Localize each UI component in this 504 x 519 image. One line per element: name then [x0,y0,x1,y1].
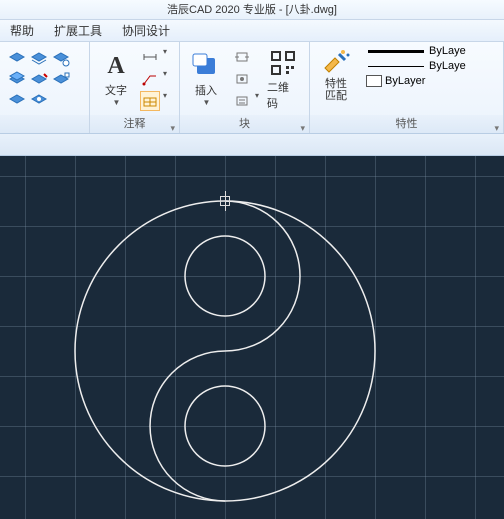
insert-icon [190,50,222,82]
color-select[interactable]: ByLaye [364,44,468,58]
panel-label-props: 特性▾ [310,115,503,133]
layers-icon[interactable] [29,50,49,68]
edit-block-icon[interactable] [232,69,252,89]
chevron-down-icon: ▼ [113,98,121,107]
chevron-down-icon: ▼ [203,98,211,107]
create-block-icon[interactable] [232,47,252,67]
menu-ext-tools[interactable]: 扩展工具 [44,20,112,41]
text-label: 文字 [105,82,127,98]
match-props-button[interactable]: 特性 匹配 [314,44,358,104]
layers-icon[interactable] [7,50,27,68]
dimension-icon[interactable] [140,47,160,67]
yin-yang-drawing [0,156,504,519]
layers-icon[interactable] [7,70,27,88]
ribbon: A 文字 ▼ ▾ ▾ ▾ 注释▾ [0,42,504,134]
layers-icon[interactable] [29,90,49,108]
chevron-down-icon[interactable]: ▾ [163,47,167,67]
panel-label-block: 块▾ [180,115,309,133]
layers-icon[interactable] [7,90,27,108]
chevron-down-icon[interactable]: ▾ [163,91,167,111]
text-icon: A [100,50,132,82]
annotate-panel: A 文字 ▼ ▾ ▾ ▾ 注释▾ [90,42,180,133]
bylayer-text: ByLayer [385,75,425,87]
title-bar: 浩辰CAD 2020 专业版 - [八卦.dwg] [0,0,504,20]
expand-icon[interactable]: ▾ [494,119,499,137]
bylayer-text: ByLaye [429,60,466,72]
match-props-label: 特性 匹配 [325,78,347,102]
table-icon[interactable] [140,91,160,111]
block-panel: 插入 ▼ ▾ 二维码 块▾ [180,42,310,133]
drawing-canvas[interactable] [0,156,504,519]
layers-icon[interactable] [29,70,49,88]
insert-button[interactable]: 插入 ▼ [184,48,228,109]
menu-bar: 帮助 扩展工具 协同设计 [0,20,504,42]
crosshair-line [225,191,226,211]
expand-icon[interactable]: ▾ [170,119,175,137]
properties-panel: 特性 匹配 ByLaye ByLaye ByLayer 特性▾ [310,42,504,133]
qrcode-button[interactable]: 二维码 [261,45,305,113]
panel-label [0,115,89,133]
menu-help[interactable]: 帮助 [0,20,44,41]
match-props-icon [320,46,352,78]
panel-label-annotate: 注释▾ [90,115,179,133]
text-button[interactable]: A 文字 ▼ [94,48,138,109]
qrcode-label: 二维码 [267,79,299,111]
bylayer-text: ByLaye [429,45,466,57]
leader-icon[interactable] [140,69,160,89]
layers-icon[interactable] [51,50,71,68]
chevron-down-icon[interactable]: ▾ [163,69,167,89]
insert-label: 插入 [195,82,217,98]
color-swatch [366,75,382,87]
qrcode-icon [267,47,299,79]
layers-panel [0,42,90,133]
attr-icon[interactable] [232,91,252,111]
layers-icon[interactable] [51,70,71,88]
menu-collab-design[interactable]: 协同设计 [112,20,180,41]
linetype-select[interactable]: ByLayer [364,74,468,88]
chevron-down-icon[interactable]: ▾ [255,91,259,111]
sub-tabs [0,134,504,156]
expand-icon[interactable]: ▾ [300,119,305,137]
lineweight-select[interactable]: ByLaye [364,59,468,73]
